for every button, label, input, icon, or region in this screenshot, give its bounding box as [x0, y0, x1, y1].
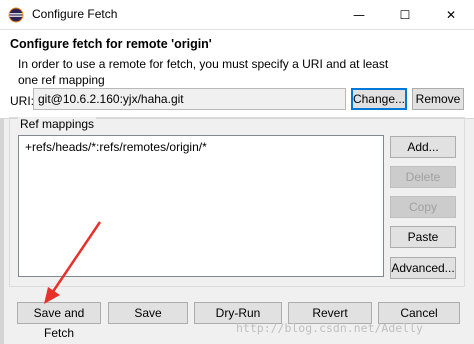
watermark: http://blog.csdn.net/Adelly — [236, 321, 423, 335]
window-title: Configure Fetch — [32, 7, 118, 21]
ref-mappings-label: Ref mappings — [18, 117, 97, 131]
list-item[interactable]: +refs/heads/*:refs/remotes/origin/* — [25, 140, 207, 154]
dialog-description: In order to use a remote for fetch, you … — [18, 57, 389, 87]
paste-button[interactable]: Paste — [390, 226, 456, 248]
minimize-icon: — — [353, 7, 365, 22]
save-and-fetch-button[interactable]: Save and Fetch — [17, 302, 101, 340]
remove-uri-button[interactable]: Remove — [412, 88, 464, 110]
advanced-button[interactable]: Advanced... — [390, 257, 456, 279]
save-button[interactable]: Save — [108, 302, 188, 324]
uri-field[interactable] — [33, 88, 346, 110]
change-uri-button[interactable]: Change... — [351, 88, 407, 110]
delete-button[interactable]: Delete — [390, 166, 456, 188]
close-button[interactable]: ✕ — [428, 0, 474, 29]
copy-button[interactable]: Copy — [390, 196, 456, 218]
eclipse-icon — [8, 7, 24, 23]
ref-mappings-list[interactable]: +refs/heads/*:refs/remotes/origin/* — [18, 135, 384, 277]
maximize-button[interactable]: ☐ — [382, 0, 428, 29]
close-icon: ✕ — [445, 7, 457, 22]
maximize-icon: ☐ — [399, 7, 411, 22]
title-bar: Configure Fetch — ☐ ✕ — [0, 0, 474, 30]
dialog-title: Configure fetch for remote 'origin' — [10, 37, 212, 51]
uri-label: URI: — [10, 94, 34, 108]
add-button[interactable]: Add... — [390, 136, 456, 158]
minimize-button[interactable]: — — [336, 0, 382, 29]
